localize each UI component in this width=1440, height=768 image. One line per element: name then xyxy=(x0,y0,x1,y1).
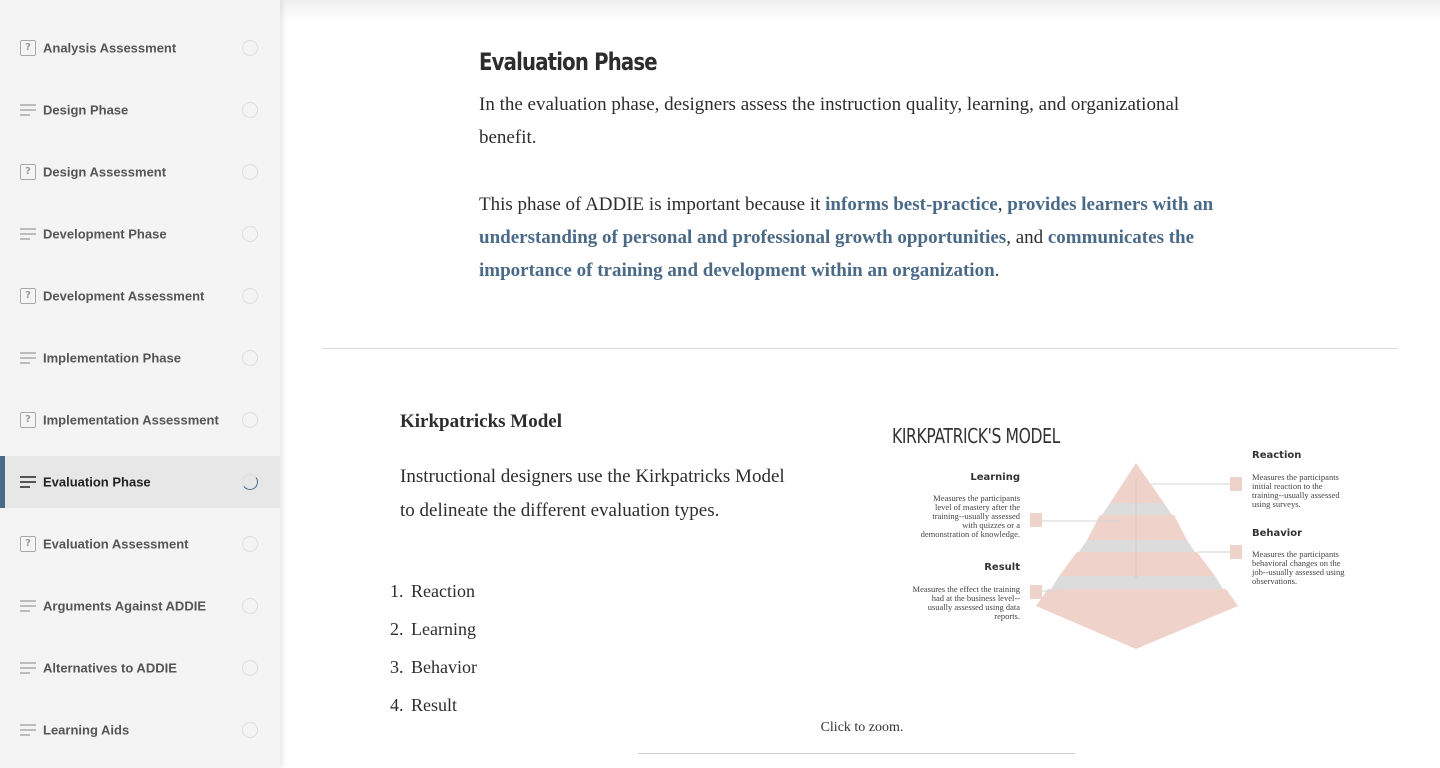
figure-desc-behavior: Measures the participants behavioral cha… xyxy=(1252,549,1345,586)
list-label: Learning xyxy=(411,619,476,639)
figure-label-reaction: Reaction xyxy=(1252,450,1302,461)
pyramid-tier-4 xyxy=(1036,589,1238,649)
pyramid-tier-3 xyxy=(1059,552,1215,576)
pyramid-band-2 xyxy=(1079,540,1195,552)
sidebar-item-label: Development Assessment xyxy=(43,288,205,304)
incomplete-status-icon xyxy=(242,40,258,56)
intro-paragraph: In the evaluation phase, designers asses… xyxy=(479,94,1180,148)
incomplete-status-icon xyxy=(242,350,258,366)
pyramid-band-3 xyxy=(1051,576,1223,589)
pyramid-tier-1 xyxy=(1110,463,1164,503)
figure-desc-learning: Measures the participants level of maste… xyxy=(920,493,1020,539)
link-informs-best-practice[interactable]: informs best-practice xyxy=(825,194,998,215)
sidebar-item-evaluation-phase[interactable]: Evaluation Phase xyxy=(0,456,280,508)
sidebar-item-label: Analysis Assessment xyxy=(43,40,177,56)
evaluation-type-item: 2. Learning xyxy=(390,612,477,650)
quiz-icon: ? xyxy=(20,40,36,56)
incomplete-status-icon xyxy=(242,102,258,118)
lesson-title: Evaluation Phase xyxy=(479,48,658,76)
course-sidebar: ? Analysis Assessment Design Phase? Design … xyxy=(0,0,280,768)
lesson-lines-icon xyxy=(20,660,36,676)
incomplete-status-icon xyxy=(242,288,258,304)
sidebar-item-label: Design Assessment xyxy=(43,164,167,180)
sidebar-item-evaluation-assessment[interactable]: ? Evaluation Assessment xyxy=(0,518,280,570)
list-number: 3. xyxy=(390,657,404,677)
evaluation-type-item: 3. Behavior xyxy=(390,650,477,688)
importance-paragraph: This phase of ADDIE is important because… xyxy=(479,188,1239,287)
sidebar-item-analysis-assessment[interactable]: ? Analysis Assessment xyxy=(0,22,280,74)
section-body: Instructional designers use the Kirkpatr… xyxy=(400,466,785,521)
list-number: 4. xyxy=(390,695,404,715)
incomplete-status-icon xyxy=(242,660,258,676)
figure-label-learning: Learning xyxy=(970,472,1020,483)
active-indicator xyxy=(0,456,5,508)
list-label: Reaction xyxy=(411,581,475,601)
quiz-icon: ? xyxy=(20,536,36,552)
list-number: 2. xyxy=(390,619,404,639)
section-divider xyxy=(322,348,1398,349)
marker-reaction xyxy=(1230,477,1242,491)
sidebar-item-label: Evaluation Phase xyxy=(43,474,151,490)
importance-sep-1: , xyxy=(997,194,1008,215)
list-label: Behavior xyxy=(411,657,477,677)
lesson-lines-icon xyxy=(20,474,36,490)
marker-learning xyxy=(1030,513,1042,527)
incomplete-status-icon xyxy=(242,164,258,180)
sidebar-item-label: Design Phase xyxy=(43,102,129,118)
kirkpatrick-figure[interactable]: KIRKPATRICK'S MODEL Reaction Measures th… xyxy=(880,418,1360,718)
figure-desc-result: Measures the effect the training had at … xyxy=(912,584,1020,621)
sidebar-item-development-phase[interactable]: Development Phase xyxy=(0,208,280,260)
sidebar-item-alternatives-to-addie[interactable]: Alternatives to ADDIE xyxy=(0,642,280,694)
quiz-icon: ? xyxy=(20,164,36,180)
sidebar-item-label: Learning Aids xyxy=(43,722,130,738)
section-title: Kirkpatricks Model xyxy=(400,411,563,432)
incomplete-status-icon xyxy=(242,412,258,428)
lesson-lines-icon xyxy=(20,102,36,118)
lesson-lines-icon xyxy=(20,226,36,242)
figure-label-behavior: Behavior xyxy=(1252,528,1303,539)
incomplete-status-icon xyxy=(242,598,258,614)
evaluation-type-item: 1. Reaction xyxy=(390,574,477,612)
caption-underline xyxy=(638,753,1075,754)
figure-caption: Click to zoom. xyxy=(820,720,904,735)
quiz-icon: ? xyxy=(20,288,36,304)
lesson-lines-icon xyxy=(20,722,36,738)
sidebar-item-label: Implementation Phase xyxy=(43,350,181,366)
progress-status-icon xyxy=(240,472,260,492)
pyramid-tier-2 xyxy=(1087,515,1187,540)
sidebar-item-label: Development Phase xyxy=(43,226,167,242)
sidebar-item-arguments-against-addie[interactable]: Arguments Against ADDIE xyxy=(0,580,280,632)
figure-desc-reaction: Measures the participants initial reacti… xyxy=(1252,472,1340,509)
sidebar-item-development-assessment[interactable]: ? Development Assessment xyxy=(0,270,280,322)
pyramid-band-1 xyxy=(1102,503,1172,515)
sidebar-item-design-phase[interactable]: Design Phase xyxy=(0,84,280,136)
sidebar-item-label: Implementation Assessment xyxy=(43,412,219,428)
sidebar-item-design-assessment[interactable]: ? Design Assessment xyxy=(0,146,280,198)
evaluation-types-list: 1. Reaction 2. Learning 3. Behavior 4. Result xyxy=(390,574,477,726)
marker-result xyxy=(1030,585,1042,599)
incomplete-status-icon xyxy=(242,722,258,738)
importance-suffix: . xyxy=(994,260,1000,281)
sidebar-item-label: Evaluation Assessment xyxy=(43,536,189,552)
sidebar-item-label: Arguments Against ADDIE xyxy=(43,598,206,614)
figure-label-result: Result xyxy=(984,562,1020,573)
importance-sep-2: , and xyxy=(1006,227,1048,248)
sidebar-item-implementation-assessment[interactable]: ? Implementation Assessment xyxy=(0,394,280,446)
lesson-content: Evaluation Phase In the evaluation phase… xyxy=(280,0,1440,768)
importance-prefix: This phase of ADDIE is important because… xyxy=(479,194,826,215)
marker-behavior xyxy=(1230,545,1242,559)
list-label: Result xyxy=(411,695,458,715)
top-shadow xyxy=(280,0,1440,22)
sidebar-item-learning-aids[interactable]: Learning Aids xyxy=(0,704,280,756)
evaluation-type-item: 4. Result xyxy=(390,688,477,726)
incomplete-status-icon xyxy=(242,226,258,242)
lesson-lines-icon xyxy=(20,598,36,614)
incomplete-status-icon xyxy=(242,536,258,552)
quiz-icon: ? xyxy=(20,412,36,428)
sidebar-item-label: Alternatives to ADDIE xyxy=(43,660,177,676)
sidebar-item-implementation-phase[interactable]: Implementation Phase xyxy=(0,332,280,384)
lesson-lines-icon xyxy=(20,350,36,366)
list-number: 1. xyxy=(390,581,404,601)
